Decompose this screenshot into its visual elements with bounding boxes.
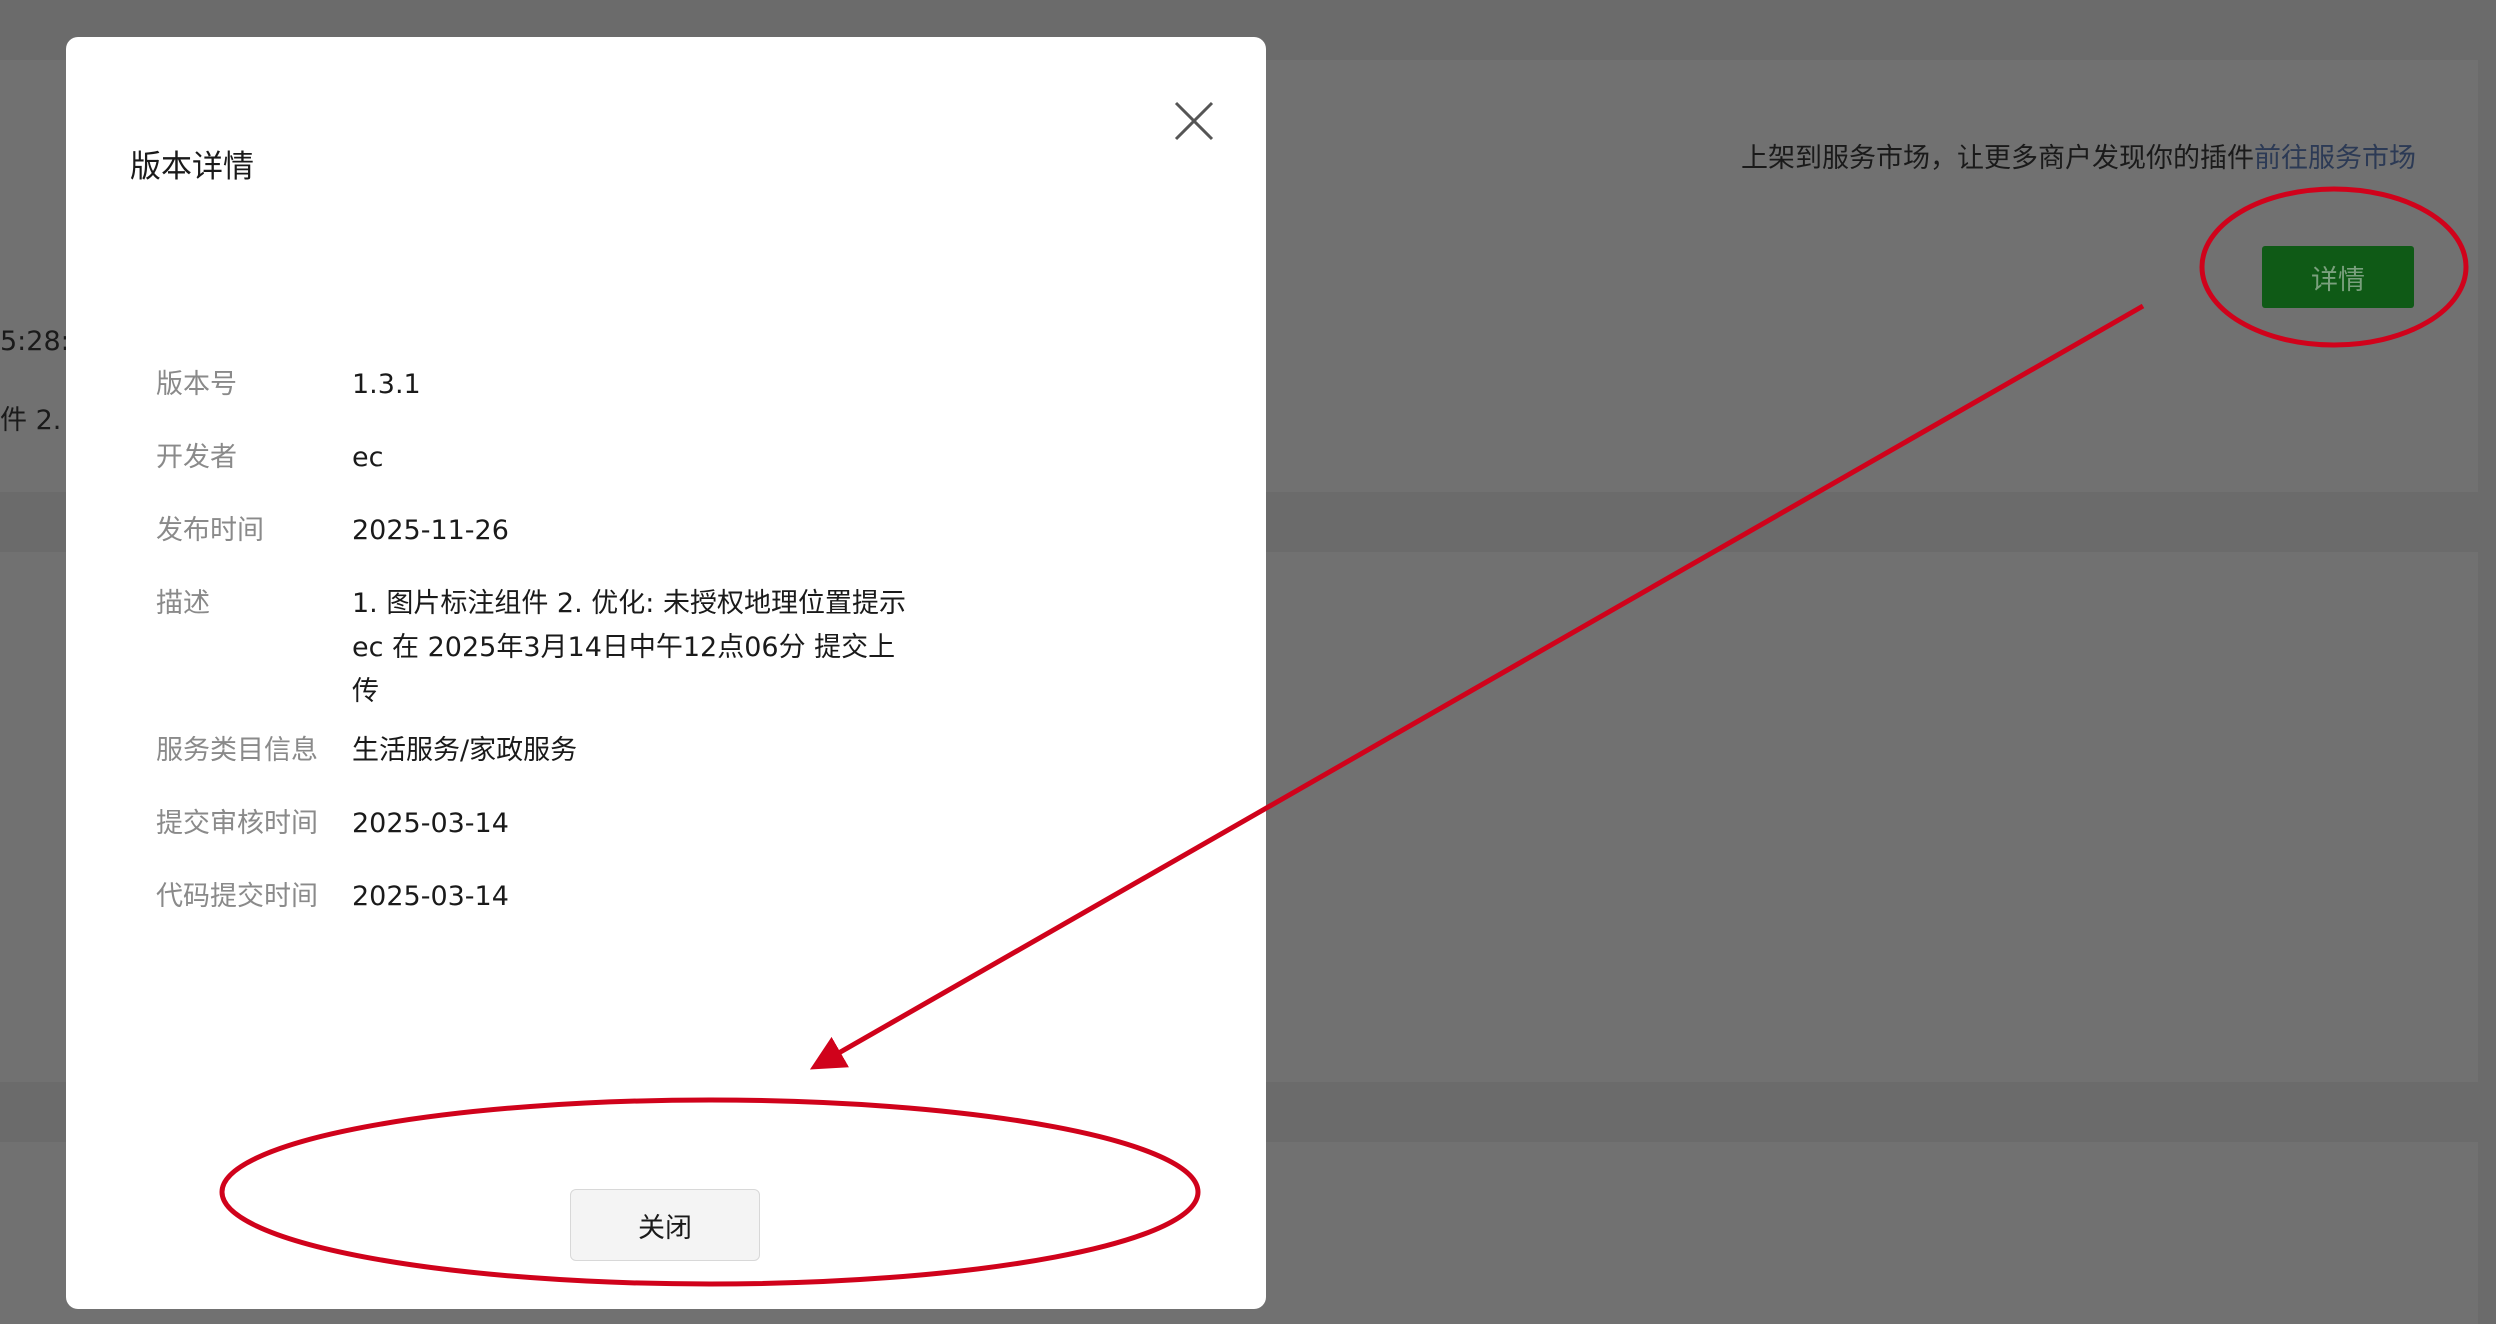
info-label: 发布时间 — [156, 515, 264, 546]
info-value: 2025-11-26 — [352, 515, 509, 546]
info-value: 1.3.1 — [352, 369, 421, 400]
close-icon[interactable] — [1158, 85, 1218, 145]
info-row-version: 版本号 1.3.1 — [156, 363, 912, 407]
info-row-code-submit-time: 代码提交时间 2025-03-14 — [156, 875, 912, 919]
version-detail-dialog: 版本详情 版本号 1.3.1 开发者 ec 发布时间 2025-11-26 描述… — [66, 37, 1266, 1309]
info-value: 2025-03-14 — [352, 808, 509, 839]
info-label: 代码提交时间 — [156, 881, 318, 912]
info-label: 开发者 — [156, 442, 237, 473]
info-row-review-submit-time: 提交审核时间 2025-03-14 — [156, 802, 912, 846]
service-market-link[interactable]: 前往服务市场 — [2254, 143, 2416, 174]
info-label: 服务类目信息 — [156, 735, 318, 766]
info-label: 提交审核时间 — [156, 808, 318, 839]
market-prompt-text: 上架到服务市场，让更多商户发现你的插件 — [1741, 143, 2254, 174]
detail-button[interactable]: 详情 — [2262, 246, 2414, 308]
dialog-title: 版本详情 — [130, 149, 254, 185]
info-row-description: 描述 1. 图片标注组件 2. 优化: 未授权地理位置提示 ec 在 2025年… — [156, 582, 912, 714]
info-label: 描述 — [156, 588, 210, 619]
info-label: 版本号 — [156, 369, 237, 400]
info-value: 1. 图片标注组件 2. 优化: 未授权地理位置提示 ec 在 2025年3月1… — [352, 588, 906, 707]
info-value: 生活服务/家政服务 — [352, 735, 578, 766]
info-value: 2025-03-14 — [352, 881, 509, 912]
market-prompt: 上架到服务市场，让更多商户发现你的插件前往服务市场 — [1741, 136, 2416, 175]
info-row-service-category: 服务类目信息 生活服务/家政服务 — [156, 729, 912, 773]
info-row-release-time: 发布时间 2025-11-26 — [156, 509, 912, 553]
close-button[interactable]: 关闭 — [570, 1189, 760, 1261]
info-value: ec — [352, 442, 384, 473]
info-row-developer: 开发者 ec — [156, 436, 912, 480]
